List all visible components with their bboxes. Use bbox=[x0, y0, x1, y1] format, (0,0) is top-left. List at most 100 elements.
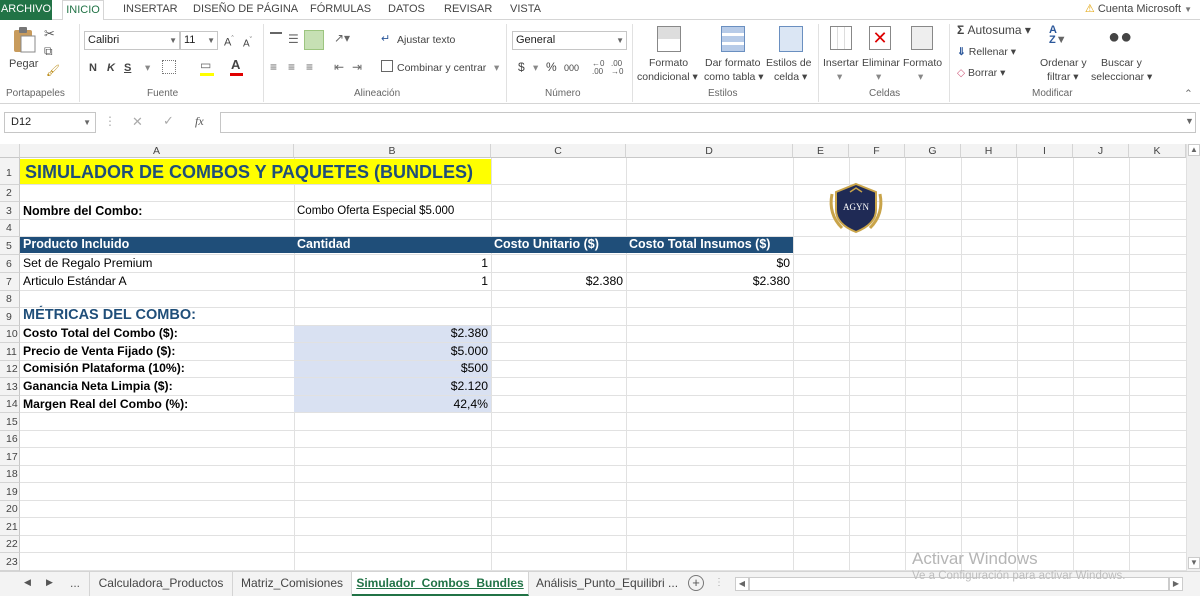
tab-calculadora-productos[interactable]: Calculadora_Productos bbox=[89, 572, 233, 596]
sort-filter-label[interactable]: Ordenar y bbox=[1040, 57, 1087, 70]
select-all-corner[interactable] bbox=[0, 144, 20, 158]
cancel-icon[interactable]: ✕ bbox=[132, 114, 143, 130]
header-producto[interactable]: Producto Incluido bbox=[20, 236, 132, 253]
currency-button[interactable]: $ bbox=[518, 61, 525, 74]
row-header[interactable]: 9 bbox=[0, 308, 20, 326]
expand-formula-bar-icon[interactable]: ▼ bbox=[1185, 116, 1194, 126]
fill-button[interactable]: ⇓ Rellenar ▾ bbox=[957, 46, 1016, 59]
row-header[interactable]: 11 bbox=[0, 343, 20, 361]
align-center-icon[interactable]: ≡ bbox=[288, 60, 295, 74]
row-header[interactable]: 2 bbox=[0, 185, 20, 202]
format-cells-button[interactable]: Formato bbox=[903, 57, 942, 70]
metric-value[interactable]: 42,4% bbox=[294, 396, 491, 413]
name-box[interactable]: D12 ▼ bbox=[4, 112, 96, 133]
tab-scroll-right-icon[interactable]: ▶ bbox=[46, 577, 53, 588]
conditional-format-icon[interactable] bbox=[657, 26, 681, 52]
paste-button[interactable]: Pegar bbox=[9, 58, 38, 71]
menu-insertar[interactable]: INSERTAR bbox=[123, 0, 178, 20]
column-header-k[interactable]: K bbox=[1129, 144, 1186, 158]
insert-cells-icon[interactable] bbox=[830, 26, 852, 50]
row-header[interactable]: 19 bbox=[0, 483, 20, 501]
clear-button[interactable]: ◇ Borrar ▾ bbox=[957, 67, 1005, 80]
align-left-icon[interactable]: ≡ bbox=[270, 60, 277, 74]
row-header[interactable]: 4 bbox=[0, 220, 20, 237]
menu-diseno-pagina[interactable]: DISEÑO DE PÁGINA bbox=[193, 0, 298, 20]
menu-vista[interactable]: VISTA bbox=[510, 0, 541, 20]
costo-total-cell[interactable]: $0 bbox=[626, 254, 793, 272]
worksheet-grid[interactable]: A B C D E F G H I J K 1 2 3 4 5 6 7 8 9 10 11 12 13 1… bbox=[0, 144, 1186, 571]
copy-icon[interactable]: ⧉ bbox=[44, 44, 53, 59]
row-header[interactable]: 1 bbox=[0, 158, 20, 185]
merge-center-icon[interactable] bbox=[381, 60, 393, 72]
format-cells-dropdown[interactable]: ▾ bbox=[918, 71, 923, 84]
row-header[interactable]: 22 bbox=[0, 536, 20, 553]
merge-center-button[interactable]: Combinar y centrar bbox=[397, 62, 486, 75]
shrink-font-button[interactable]: Aˇ bbox=[243, 34, 252, 50]
align-middle-icon[interactable]: ☰ bbox=[288, 32, 299, 46]
column-header-e[interactable]: E bbox=[793, 144, 849, 158]
delete-cells-icon[interactable]: ✕ bbox=[869, 26, 891, 50]
align-right-icon[interactable]: ≡ bbox=[306, 60, 313, 74]
metric-value[interactable]: $2.380 bbox=[294, 325, 491, 342]
combo-name-value[interactable]: Combo Oferta Especial $5.000 bbox=[294, 202, 457, 220]
insert-cells-dropdown[interactable]: ▾ bbox=[837, 71, 842, 84]
italic-button[interactable]: K bbox=[107, 62, 115, 75]
metric-label[interactable]: Costo Total del Combo ($): bbox=[20, 325, 181, 342]
row-header[interactable]: 20 bbox=[0, 501, 20, 518]
delete-cells-button[interactable]: Eliminar bbox=[862, 57, 900, 70]
find-select-label[interactable]: Buscar y bbox=[1101, 57, 1142, 70]
producto-cell[interactable]: Articulo Estándar A bbox=[20, 272, 130, 290]
row-header[interactable]: 10 bbox=[0, 326, 20, 343]
metric-value[interactable]: $2.120 bbox=[294, 378, 491, 395]
font-size-select[interactable]: 11 ▼ bbox=[180, 31, 218, 50]
conditional-format-label-2[interactable]: condicional ▾ bbox=[637, 71, 698, 84]
merge-center-dropdown[interactable]: ▾ bbox=[494, 62, 499, 75]
header-costo-total[interactable]: Costo Total Insumos ($) bbox=[626, 236, 773, 253]
format-as-table-label-2[interactable]: como tabla ▾ bbox=[704, 71, 764, 84]
scroll-down-icon[interactable]: ▼ bbox=[1188, 557, 1200, 569]
formula-input[interactable] bbox=[220, 112, 1196, 133]
number-format-select[interactable]: General ▼ bbox=[512, 31, 627, 50]
decrease-indent-icon[interactable]: ⇤ bbox=[334, 60, 344, 74]
increase-decimal-icon[interactable]: ←0.00 bbox=[592, 60, 604, 76]
metrics-title[interactable]: MÉTRICAS DEL COMBO: bbox=[20, 306, 199, 324]
delete-cells-dropdown[interactable]: ▾ bbox=[876, 71, 881, 84]
metric-value[interactable]: $500 bbox=[294, 360, 491, 377]
binoculars-icon[interactable]: ●● bbox=[1108, 26, 1132, 49]
font-name-select[interactable]: Calibri ▼ bbox=[84, 31, 180, 50]
tab-simulador-combos-bundles[interactable]: Simulador_Combos_Bundles bbox=[352, 572, 529, 596]
row-header[interactable]: 8 bbox=[0, 291, 20, 308]
wrap-text-button[interactable]: Ajustar texto bbox=[397, 34, 455, 47]
percent-button[interactable]: % bbox=[546, 61, 557, 74]
row-header[interactable]: 23 bbox=[0, 553, 20, 571]
fill-color-icon[interactable]: ▭ bbox=[200, 58, 214, 76]
orientation-icon[interactable]: ↗▾ bbox=[334, 31, 350, 45]
cut-icon[interactable]: ✂ bbox=[44, 26, 55, 42]
row-header[interactable]: 3 bbox=[0, 202, 20, 220]
row-header[interactable]: 14 bbox=[0, 396, 20, 413]
producto-cell[interactable]: Set de Regalo Premium bbox=[20, 254, 155, 272]
conditional-format-label[interactable]: Formato bbox=[649, 57, 688, 70]
costo-unitario-cell[interactable]: $2.380 bbox=[491, 272, 626, 290]
column-header-g[interactable]: G bbox=[905, 144, 961, 158]
metric-label[interactable]: Precio de Venta Fijado ($): bbox=[20, 343, 178, 360]
row-header[interactable]: 16 bbox=[0, 431, 20, 448]
column-header-i[interactable]: I bbox=[1017, 144, 1073, 158]
format-as-table-icon[interactable] bbox=[721, 26, 745, 52]
column-header-d[interactable]: D bbox=[626, 144, 793, 158]
column-header-b[interactable]: B bbox=[294, 144, 491, 158]
row-header[interactable]: 12 bbox=[0, 361, 20, 378]
menu-formulas[interactable]: FÓRMULAS bbox=[310, 0, 371, 20]
tab-scroll-left-icon[interactable]: ◀ bbox=[24, 577, 31, 588]
combo-name-label[interactable]: Nombre del Combo: bbox=[20, 202, 145, 220]
row-header[interactable]: 6 bbox=[0, 255, 20, 273]
hscroll-left-icon[interactable]: ◀ bbox=[735, 577, 749, 591]
cell-styles-icon[interactable] bbox=[779, 26, 803, 52]
collapse-ribbon-icon[interactable]: ⌃ bbox=[1184, 88, 1193, 101]
underline-dropdown[interactable]: ▾ bbox=[145, 62, 150, 75]
grow-font-button[interactable]: Aˆ bbox=[224, 33, 234, 50]
column-header-a[interactable]: A bbox=[20, 144, 294, 158]
align-bottom-icon[interactable] bbox=[304, 30, 324, 50]
column-header-f[interactable]: F bbox=[849, 144, 905, 158]
row-header[interactable]: 13 bbox=[0, 378, 20, 396]
